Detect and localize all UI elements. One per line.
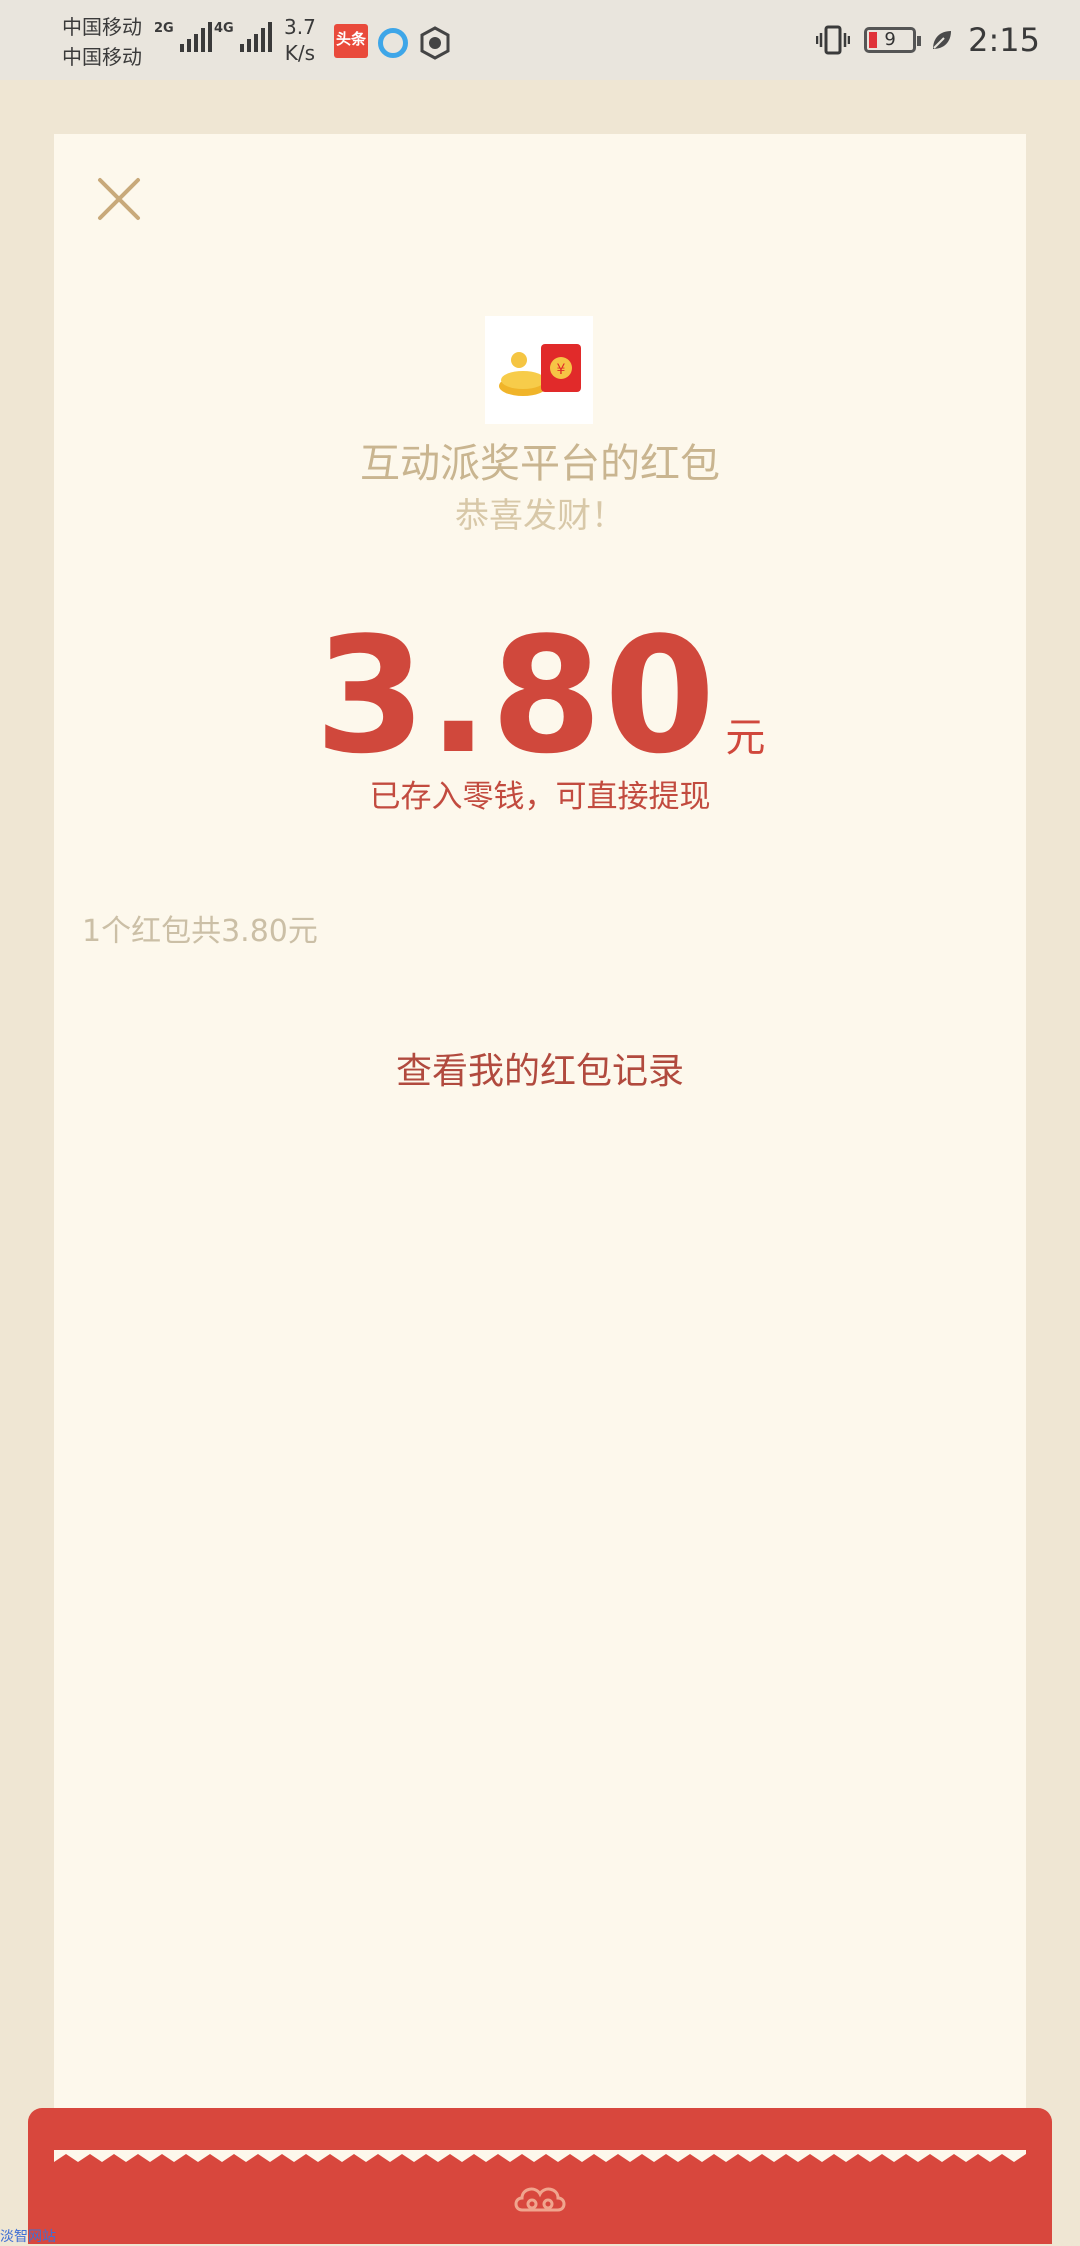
- status-right-group: 9 2:15: [816, 14, 1040, 66]
- sender-name: 互动派奖平台的红包: [360, 441, 720, 487]
- carrier-labels: 中国移动 中国移动: [62, 12, 142, 72]
- clock: 2:15: [968, 21, 1040, 59]
- zigzag-edge: [54, 2150, 1026, 2162]
- network-speed-value: 3.7: [284, 15, 316, 39]
- amount-unit: 元: [725, 715, 766, 761]
- news-app-icon: 头条: [334, 24, 368, 58]
- close-icon[interactable]: [90, 170, 148, 228]
- network-speed-unit: K/s: [284, 41, 316, 65]
- carrier-label-1: 中国移动: [62, 15, 142, 39]
- view-records-link[interactable]: 查看我的红包记录: [54, 1046, 1026, 1098]
- watermark: 淡智网站: [0, 2229, 56, 2245]
- signal-1-icon: 2G: [154, 22, 212, 52]
- carrier-label-2: 中国移动: [62, 45, 142, 69]
- browser-app-icon: [378, 28, 408, 58]
- amount-display: 3.80 元: [54, 596, 1026, 796]
- saved-note: 已存入零钱，可直接提现: [369, 779, 711, 815]
- network-speed: 3.7 K/s: [284, 14, 316, 66]
- amount-value: 3.80: [314, 602, 718, 789]
- red-packet-coins-icon: ¥: [499, 344, 581, 396]
- vibrate-icon: [816, 25, 851, 55]
- packet-summary: 1个红包共3.80元: [82, 914, 318, 949]
- network-1-label: 2G: [154, 21, 174, 36]
- hexagon-app-icon: [420, 26, 450, 60]
- red-packet-card: ¥ 互动派奖平台的红包 恭喜发财！ 3.80 元 已存入零钱，可直接提现 1个红包…: [54, 134, 1026, 2164]
- svg-text:¥: ¥: [557, 362, 566, 378]
- bottom-red-bar: [28, 2108, 1052, 2244]
- signal-2-icon: 4G: [214, 22, 272, 52]
- battery-icon: 9: [864, 27, 922, 53]
- status-bar: 中国移动 中国移动 2G 4G 3.7 K/s 头条 9 2:15: [0, 0, 1080, 80]
- network-2-label: 4G: [214, 21, 234, 36]
- greeting-text: 恭喜发财！: [455, 496, 625, 536]
- battery-level: 9: [884, 29, 896, 50]
- sender-avatar: ¥: [485, 316, 593, 424]
- leaf-icon: [933, 31, 952, 49]
- cloud-pattern-icon: [514, 2187, 566, 2212]
